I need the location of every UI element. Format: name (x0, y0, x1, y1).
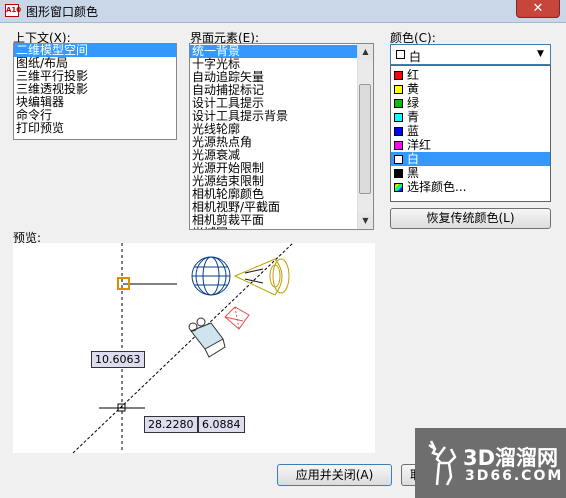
color-option-label: 白 (407, 152, 420, 166)
camera-frustum-icon (224, 306, 250, 330)
color-swatch-icon (394, 113, 403, 122)
color-current-value: 白 (409, 50, 422, 64)
preview-area: 10.6063 28.2280 6.0884 (13, 243, 375, 453)
context-list[interactable]: 二维模型空间 图纸/布局 三维平行投影 三维透视投影 块编辑器 命令行 打印预览 (13, 43, 177, 140)
scroll-thumb[interactable] (359, 84, 371, 194)
color-swatch-icon (394, 155, 403, 164)
color-option-label: 黑 (407, 166, 420, 180)
color-option[interactable]: 蓝 (391, 124, 550, 138)
close-button[interactable]: ✕ (516, 0, 560, 18)
color-option[interactable]: 洋红 (391, 138, 550, 152)
scroll-up-arrow-icon[interactable]: ▲ (358, 44, 373, 60)
color-option-label: 蓝 (407, 124, 420, 138)
spotlight-cone-icon (233, 258, 290, 296)
color-swatch-icon (394, 99, 403, 108)
interface-element-item[interactable]: 光域网 (190, 227, 358, 230)
color-swatch-current (396, 50, 405, 59)
color-swatch-icon (394, 71, 403, 80)
color-swatch-icon (394, 127, 403, 136)
color-option[interactable]: 红 (391, 68, 550, 82)
dynamic-input-tooltip-1: 10.6063 (91, 351, 145, 368)
app-icon: A10 (5, 4, 21, 17)
color-option-label: 黄 (407, 82, 420, 96)
color-swatch-icon (394, 85, 403, 94)
watermark-subtext: 3D66.COM (465, 468, 564, 484)
light-globe-icon (191, 256, 231, 296)
scroll-down-arrow-icon[interactable]: ▼ (358, 213, 373, 229)
dynamic-input-tooltip-3: 6.0884 (198, 416, 245, 433)
color-option[interactable]: 青 (391, 110, 550, 124)
chevron-down-icon[interactable]: ▼ (537, 49, 544, 59)
color-option[interactable]: 黑 (391, 166, 550, 180)
color-option-label: 青 (407, 110, 420, 124)
title-bar[interactable]: A10 图形窗口颜色 ✕ (0, 0, 566, 23)
color-swatch-icon (394, 169, 403, 178)
window-title: 图形窗口颜色 (26, 5, 99, 19)
interface-elements-scrollbar[interactable]: ▲ ▼ (357, 44, 373, 229)
color-option-label: 红 (407, 68, 420, 82)
color-option[interactable]: 黄 (391, 82, 550, 96)
apply-and-close-button[interactable]: 应用并关闭(A) (277, 464, 392, 486)
color-option[interactable]: 绿 (391, 96, 550, 110)
color-option-label: 选择颜色... (407, 180, 467, 194)
color-swatch-icon (394, 141, 403, 150)
deer-icon (428, 440, 457, 486)
context-item[interactable]: 打印预览 (14, 122, 176, 135)
color-option-label: 洋红 (407, 138, 432, 152)
color-option[interactable]: 选择颜色... (391, 180, 550, 194)
restore-classic-colors-button[interactable]: 恢复传统颜色(L) (390, 208, 551, 229)
interface-elements-list[interactable]: 统一背景 十字光标 自动追踪矢量 自动捕捉标记 设计工具提示 设计工具提示背景 光线轮廓 光源… (189, 43, 374, 230)
watermark-logo: 3D溜溜网 3D66.COM (415, 428, 566, 498)
color-option[interactable]: 白 (391, 152, 550, 166)
dynamic-input-tooltip-2: 28.2280 (144, 416, 198, 433)
color-option-label: 绿 (407, 96, 420, 110)
color-swatch-icon (394, 183, 403, 192)
color-options-list[interactable]: 红黄绿青蓝洋红白黑选择颜色... (390, 65, 551, 202)
color-dropdown[interactable]: 白 ▼ (390, 44, 551, 65)
